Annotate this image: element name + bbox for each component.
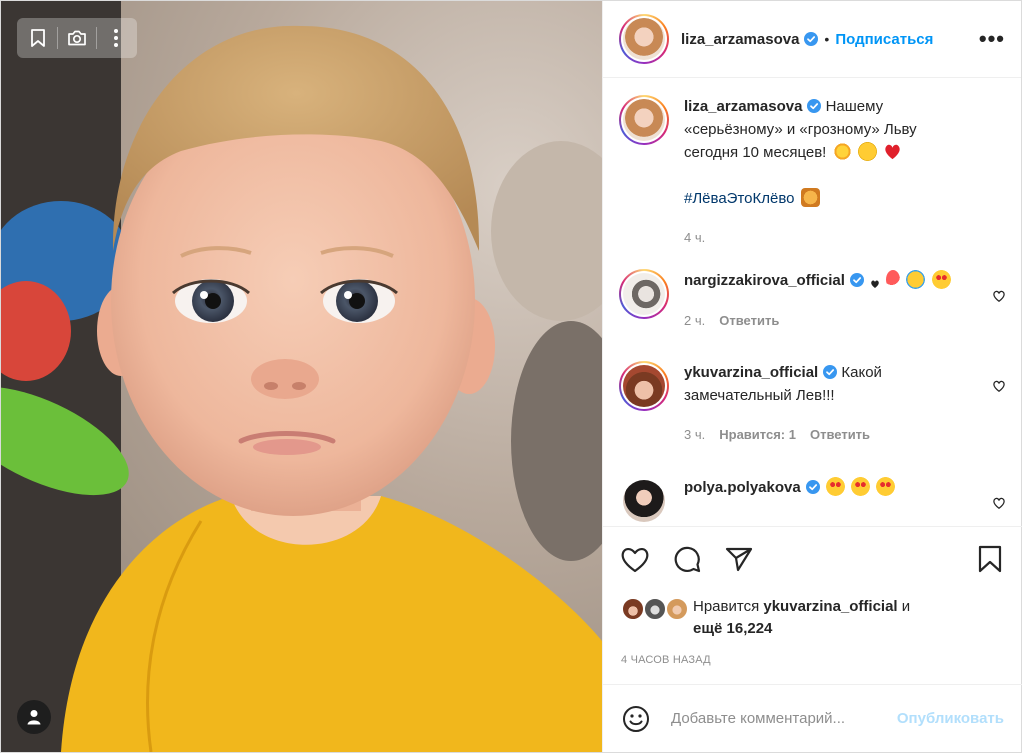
- heart-eyes-emoji-icon: [931, 270, 951, 289]
- post-photo[interactable]: [1, 1, 602, 752]
- comment-composer: Опубликовать: [603, 684, 1022, 752]
- smile-icon[interactable]: [621, 704, 651, 734]
- comment-username[interactable]: polya.polyakova: [684, 479, 801, 496]
- verified-icon: [823, 365, 838, 379]
- comment-username[interactable]: nargizzakirova_official: [684, 272, 845, 289]
- camera-icon[interactable]: [63, 24, 91, 52]
- author-header: liza_arzamasova • Подписаться: [681, 31, 933, 48]
- post-dialog: liza_arzamasova • Подписаться ••• liza_a…: [0, 0, 1022, 753]
- verified-icon: [849, 273, 864, 287]
- likes-summary: Нравится ykuvarzina_official и ещё 16,22…: [603, 596, 1022, 640]
- caption-avatar[interactable]: [619, 95, 669, 145]
- liker-avatar: [643, 597, 667, 621]
- share-icon[interactable]: [719, 539, 759, 579]
- lion-emoji-icon: [800, 188, 820, 207]
- commenter-avatar[interactable]: [619, 269, 669, 319]
- likes-count[interactable]: ещё 16,224: [693, 620, 772, 637]
- baby-photo-illustration: [1, 1, 602, 752]
- comments-list[interactable]: liza_arzamasova Нашему «серьёзному» и «г…: [603, 79, 1022, 525]
- author-username[interactable]: liza_arzamasova: [681, 31, 799, 48]
- heart-eyes-emoji-icon: [825, 477, 845, 496]
- small-heart-icon[interactable]: [992, 379, 1006, 393]
- reply-button[interactable]: Ответить: [810, 423, 870, 446]
- liker-avatar: [621, 597, 645, 621]
- liker-avatars[interactable]: [621, 597, 691, 623]
- verified-icon: [805, 480, 820, 494]
- follow-button[interactable]: Подписаться: [835, 31, 933, 48]
- post-timestamp[interactable]: 4 часов назад: [621, 654, 1004, 666]
- toolbar-divider: [56, 27, 58, 49]
- user-tag-icon[interactable]: [17, 700, 51, 734]
- comment-input[interactable]: [671, 710, 891, 727]
- likes-prefix: Нравится: [693, 598, 760, 615]
- photo-toolbar: [17, 18, 137, 58]
- bookmark-icon[interactable]: [24, 24, 52, 52]
- caption-line: «серьёзному» и «грозному» Льву: [684, 121, 917, 138]
- likes-conj: и: [901, 598, 911, 615]
- caption-line: сегодня 10 месяцев!: [684, 144, 827, 161]
- comment-icon[interactable]: [667, 539, 707, 579]
- sun-emoji-icon: [832, 142, 852, 161]
- verified-icon: [804, 32, 819, 46]
- commenter-avatar[interactable]: [619, 476, 669, 525]
- author-avatar[interactable]: [619, 14, 669, 64]
- red-heart-emoji-icon: [883, 142, 902, 161]
- separator-dot: •: [824, 31, 830, 47]
- verified-icon: [807, 99, 822, 113]
- heart-eyes-emoji-icon: [851, 477, 871, 496]
- comment-item: polya.polyakova: [619, 476, 1006, 525]
- likes-user[interactable]: ykuvarzina_official: [763, 598, 897, 615]
- hashtag-link[interactable]: #ЛёваЭтоКлёво: [684, 190, 794, 207]
- smile-emoji-icon: [857, 142, 877, 161]
- party-face-emoji-icon: [906, 270, 926, 289]
- action-icons: [603, 527, 1022, 591]
- toolbar-divider: [96, 27, 98, 49]
- publish-button[interactable]: Опубликовать: [897, 710, 1004, 727]
- reply-button[interactable]: Ответить: [719, 309, 779, 332]
- comment-item: ykuvarzina_official Какой замечательный …: [619, 361, 1006, 476]
- likes-text: Нравится ykuvarzina_official и ещё 16,22…: [693, 596, 910, 640]
- caption: liza_arzamasova Нашему «серьёзному» и «г…: [619, 95, 1006, 269]
- black-heart-emoji-icon: [870, 273, 880, 292]
- heart-eyes-emoji-icon: [876, 477, 896, 496]
- save-icon[interactable]: [970, 539, 1010, 579]
- commenter-avatar[interactable]: [619, 361, 669, 411]
- caption-time: 4 ч.: [684, 230, 706, 245]
- small-heart-icon[interactable]: [992, 289, 1006, 303]
- post-header: liza_arzamasova • Подписаться •••: [603, 1, 1021, 78]
- comment-time: 3 ч.: [684, 427, 706, 442]
- more-options-button[interactable]: •••: [979, 28, 1005, 50]
- vertical-dots-icon[interactable]: [102, 24, 130, 52]
- post-side-panel: liza_arzamasova • Подписаться ••• liza_a…: [602, 1, 1022, 752]
- comment-username[interactable]: ykuvarzina_official: [684, 364, 818, 381]
- liker-avatar: [665, 597, 689, 621]
- post-actions: Нравится ykuvarzina_official и ещё 16,22…: [603, 526, 1022, 684]
- comment-time: 2 ч.: [684, 313, 706, 328]
- comment-likes[interactable]: Нравится: 1: [719, 423, 796, 446]
- small-heart-icon[interactable]: [992, 496, 1006, 510]
- comment-item: nargizzakirova_official 2 ч. Ответить: [619, 269, 1006, 361]
- heart-icon[interactable]: [615, 539, 655, 579]
- caption-line: Нашему: [825, 98, 884, 115]
- caption-username[interactable]: liza_arzamasova: [684, 98, 802, 115]
- balloon-emoji-icon: [886, 270, 901, 289]
